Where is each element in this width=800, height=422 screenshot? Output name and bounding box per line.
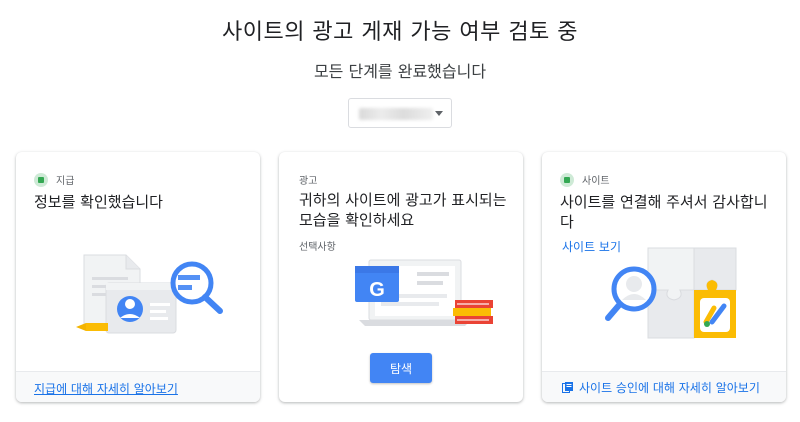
google-ads-laptop-illustration: G [355,259,493,326]
ads-card: 광고 귀하의 사이트에 광고가 표시되는 모습을 확인하세요 선택사항 G 탐색 [279,152,523,402]
status-row: 광고 [299,172,317,187]
learn-more-payments-link[interactable]: 지급에 대해 자세히 알아보기 [34,380,178,397]
site-puzzle-search-illustration [605,247,737,339]
site-card: 사이트 사이트를 연결해 주셔서 감사합니다 사이트 보기 사이트 승인에 대해… [542,152,786,402]
card-footer: 사이트 승인에 대해 자세히 알아보기 [542,371,786,402]
card-footer: 지급에 대해 자세히 알아보기 [16,371,260,402]
svg-text:G: G [369,279,385,301]
card-title: 귀하의 사이트에 광고가 표시되는 모습을 확인하세요 [299,191,507,229]
status-row: 지급 [34,172,74,187]
learn-more-site-approval-link[interactable]: 사이트 승인에 대해 자세히 알아보기 [562,379,760,396]
page-subtitle: 모든 단계를 완료했습니다 [313,62,487,81]
payment-card: 지급 정보를 확인했습니다 지급에 대해 자세히 알아보기 [16,152,260,402]
status-label: 사이트 [582,176,610,187]
explore-button[interactable]: 탐색 [370,353,432,383]
site-selector-dropdown[interactable] [348,98,452,128]
site-selector-value [359,108,433,120]
card-title: 사이트를 연결해 주셔서 감사합니다 [560,193,768,231]
page-title: 사이트의 광고 게재 가능 여부 검토 중 [221,20,579,45]
status-label: 광고 [299,176,318,187]
footer-link-label: 사이트 승인에 대해 자세히 알아보기 [579,381,760,395]
check-icon [34,172,48,187]
optional-label: 선택사항 [299,242,336,253]
payment-document-search-illustration [76,254,223,334]
chevron-down-icon [435,111,443,116]
book-icon [562,382,573,393]
card-title: 정보를 확인했습니다 [34,193,163,211]
status-row: 사이트 [560,172,610,187]
check-icon [560,172,574,187]
status-label: 지급 [56,176,75,187]
